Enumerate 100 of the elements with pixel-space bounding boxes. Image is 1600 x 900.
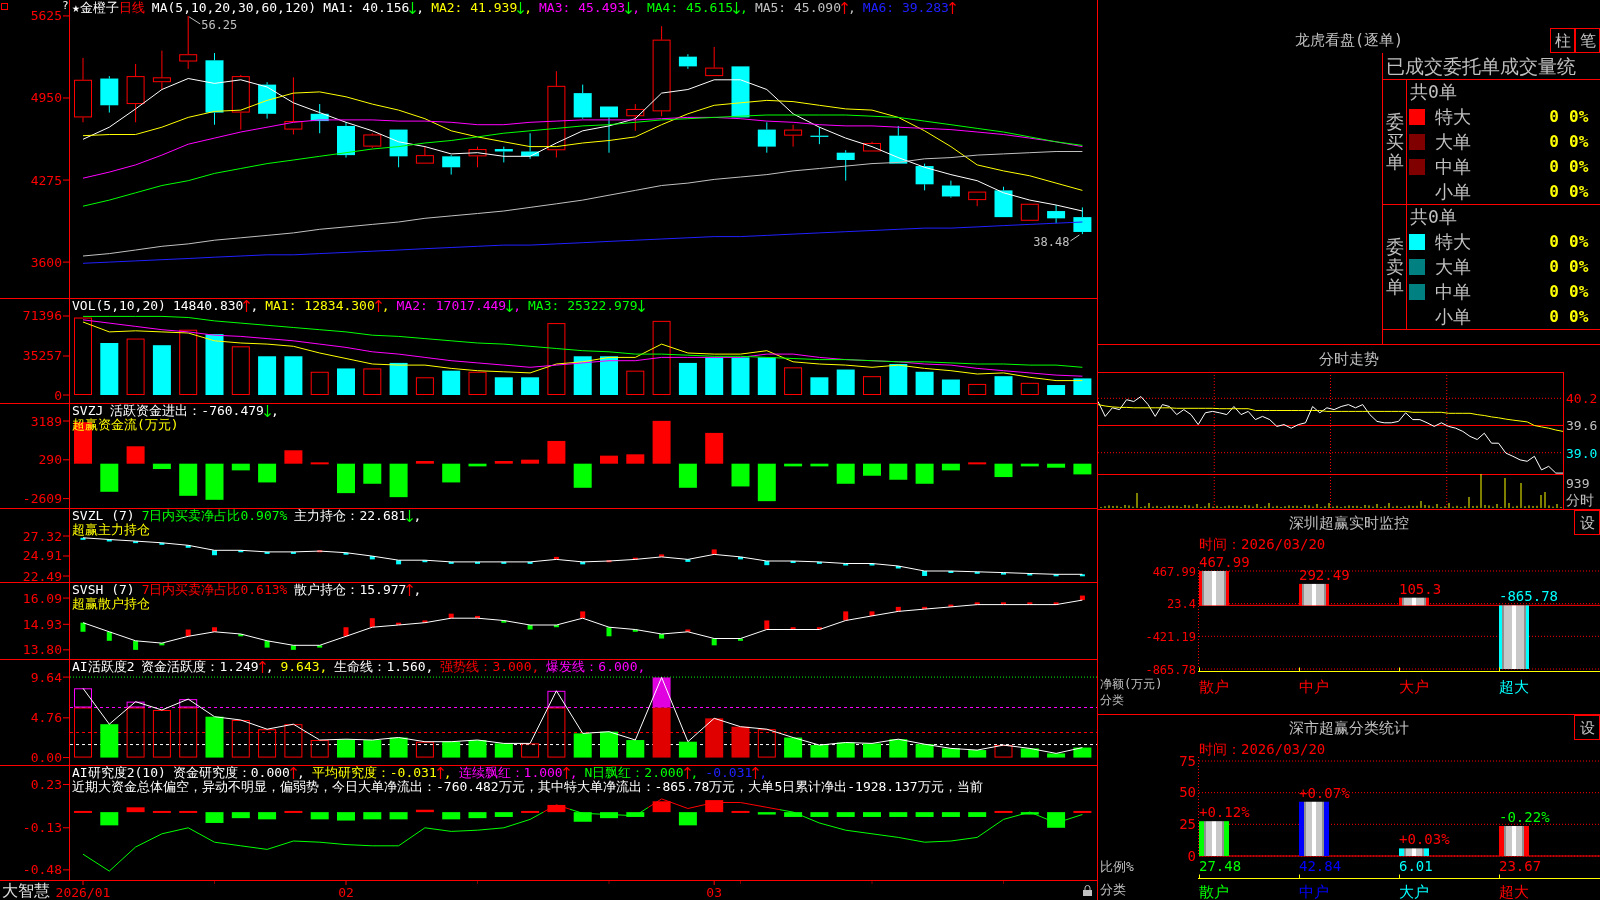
- y-tick-label: 0.00: [30, 750, 62, 765]
- order-percent: 0%: [1569, 231, 1589, 252]
- y-tick-label: 22.49: [22, 568, 62, 582]
- order-size-label: 特大: [1434, 105, 1471, 128]
- y-axis-title: 净额(万元): [1100, 677, 1163, 691]
- price-annotation: 38.48: [1033, 234, 1070, 249]
- y-tick-label: -421.19: [1145, 629, 1196, 644]
- y-tick-label: 290: [38, 452, 62, 468]
- order-size-label: 中单: [1434, 155, 1471, 178]
- change-label: +0.12%: [1199, 804, 1250, 821]
- category-label: 中户: [1299, 883, 1329, 900]
- order-count: 0: [1549, 181, 1559, 202]
- indicator-value: AI活跃度2: [72, 659, 135, 674]
- order-count: 0: [1549, 131, 1559, 152]
- y-tick-label: 3189: [30, 413, 62, 429]
- order-size-label: 大单: [1434, 130, 1471, 153]
- order-size-label: 小单: [1434, 305, 1471, 328]
- y-tick-label: 0: [1187, 847, 1196, 864]
- indicator-value: SVSH (7): [72, 582, 135, 597]
- data-label: 467.99: [1199, 554, 1250, 570]
- x-axis-label: 02: [338, 885, 354, 900]
- category-label: 散户: [1199, 883, 1229, 900]
- order-size-label: 特大: [1434, 230, 1471, 253]
- panel-title: 龙虎看盘(逐单): [1294, 31, 1404, 51]
- y-tick-label: 4950: [30, 90, 62, 106]
- chart-subtitle: 时间：2026/03/20: [1199, 741, 1326, 757]
- order-percent: 0%: [1569, 256, 1589, 277]
- order-size-label: 大单: [1434, 255, 1471, 278]
- y-tick-label: 39.6: [1566, 418, 1598, 434]
- indicator-value: 活跃资金进出：-760.479: [110, 403, 264, 418]
- data-label: 23.67: [1499, 858, 1542, 874]
- separator-text: ,: [759, 765, 768, 780]
- indicator-value: 爆发线：6.000,: [546, 659, 646, 674]
- category-label: 超大: [1499, 678, 1529, 696]
- x-axis-label: 03: [706, 885, 723, 900]
- y-tick-label: 27.32: [22, 528, 62, 544]
- order-count: 0: [1549, 256, 1559, 277]
- indicator-value: MA6: 39.283: [862, 0, 949, 15]
- indicator-value: MA1: 12834.300: [265, 298, 375, 313]
- indicator-value: VOL(5,10,20): [72, 298, 166, 313]
- order-percent: 0%: [1569, 306, 1589, 327]
- y-tick-label: 71396: [22, 308, 62, 324]
- change-label: +0.03%: [1399, 831, 1450, 848]
- data-label: 105.3: [1399, 580, 1442, 597]
- price-annotation: 56.25: [201, 17, 238, 32]
- separator-text: ,: [416, 0, 425, 15]
- indicator-value: N日飘红：2.000: [584, 765, 684, 780]
- data-label: 292.49: [1299, 566, 1350, 583]
- help-mark: ?: [62, 0, 69, 12]
- volume-scale-label: 939: [1566, 476, 1590, 491]
- x-axis-title: 分类: [1100, 693, 1124, 707]
- order-percent: 0%: [1569, 106, 1589, 127]
- y-tick-label: -865.78: [1145, 662, 1196, 677]
- separator-text: ,: [632, 0, 640, 15]
- indicator-value: MA5: 45.090: [754, 0, 841, 15]
- brand-label: 大智慧: [2, 881, 50, 900]
- y-tick-label: 4.76: [30, 710, 62, 726]
- indicator-value: MA3: 45.493: [539, 0, 626, 15]
- separator-text: ,: [381, 298, 390, 313]
- indicator-title: 超赢主力持仓: [72, 523, 150, 537]
- y-tick-label: 0: [54, 387, 62, 403]
- indicator-value: 主力持仓：22.681: [294, 508, 407, 523]
- y-tick-label: 35257: [22, 348, 62, 364]
- order-percent: 0%: [1569, 181, 1589, 202]
- chart-title: 深市超赢分类统计: [1289, 718, 1409, 737]
- separator-text: ,: [513, 298, 521, 313]
- chart-subtitle: 时间：2026/03/20: [1199, 536, 1326, 552]
- indicator-title: 近期大资金总体偏空，异动不明显，偏弱势，今日大单净流出：-760.482万元，其中特大单净流出：-865.78万元，大单5日累计净出-1928.137万元，当前: [72, 780, 983, 794]
- indicator-value: 平均研究度：-0.031: [311, 765, 437, 780]
- y-tick-label: 23.4: [1167, 597, 1196, 612]
- indicator-value: 强势线：3.000,: [440, 659, 540, 674]
- separator-text: ,: [270, 403, 279, 418]
- side-label: 委买单: [1385, 112, 1404, 172]
- x-axis-label: 2026/01: [55, 885, 111, 900]
- separator-text: ,: [524, 0, 533, 15]
- order-count: 0: [1549, 106, 1559, 127]
- indicator-value: 生命线：1.560,: [334, 659, 434, 674]
- indicator-value: 连续飘红：1.000: [458, 765, 563, 780]
- indicator-value: 资金研究度：0.000: [172, 765, 290, 780]
- separator-text: ,: [443, 765, 452, 780]
- y-tick-label: 13.80: [22, 642, 62, 658]
- indicator-value: SVZL (7): [72, 508, 135, 523]
- separator-text: ,: [296, 765, 305, 780]
- indicator-value: 散户持仓：15.977: [294, 582, 407, 597]
- separator-text: ,: [413, 582, 422, 597]
- indicator-value: -0.031: [705, 765, 753, 780]
- y-tick-label: -0.48: [22, 862, 62, 878]
- stock-name: ★金橙子: [72, 0, 119, 15]
- separator-text: ,: [250, 298, 259, 313]
- indicator-value: MA2: 17017.449: [396, 298, 507, 313]
- category-label: 大户: [1399, 678, 1429, 696]
- period-label: 日线: [118, 0, 145, 15]
- order-size-label: 中单: [1434, 280, 1471, 303]
- order-count: 0: [1549, 281, 1559, 302]
- order-total: 共0单: [1409, 205, 1457, 229]
- y-tick-label: 16.09: [22, 590, 62, 606]
- order-percent: 0%: [1569, 281, 1589, 302]
- chart-title: 深圳超赢实时监控: [1289, 513, 1409, 532]
- indicator-value: MA4: 45.615: [646, 0, 734, 15]
- indicator-value: 7日内买卖净占比0.613%: [141, 582, 288, 597]
